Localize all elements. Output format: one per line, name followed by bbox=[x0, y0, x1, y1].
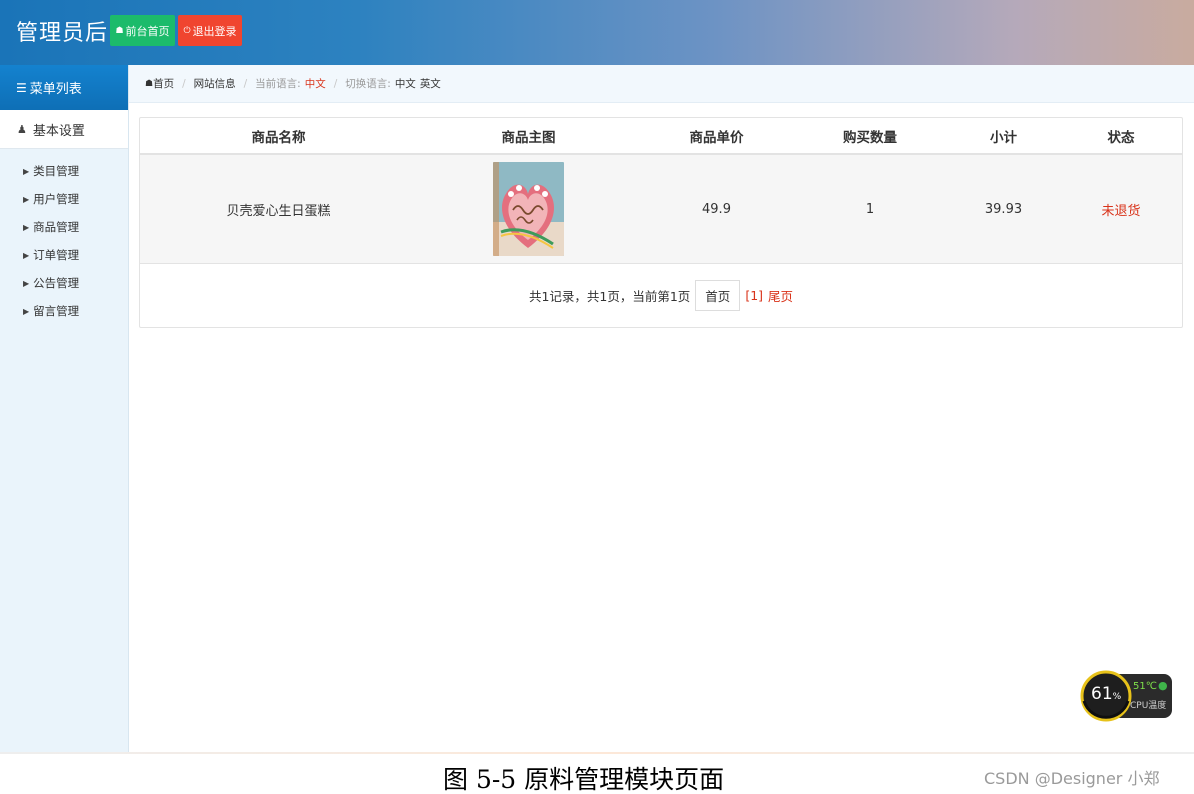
page-bottom-strip bbox=[0, 752, 1194, 754]
product-image-cell bbox=[417, 155, 640, 263]
breadcrumb-home[interactable]: 首页 bbox=[153, 76, 174, 91]
sidebar-item-category[interactable]: ▶ 类目管理 bbox=[0, 157, 128, 185]
column-header-name: 商品名称 bbox=[251, 129, 306, 146]
product-quantity: 1 bbox=[865, 201, 875, 217]
product-name: 贝壳爱心生日蛋糕 bbox=[226, 203, 331, 219]
menu-list-label: 菜单列表 bbox=[29, 82, 82, 97]
breadcrumb-separator: / bbox=[333, 77, 338, 90]
first-page-button[interactable]: 首页 bbox=[695, 280, 741, 311]
list-icon: ☰ bbox=[16, 80, 27, 95]
column-header-price: 商品单价 bbox=[689, 129, 744, 146]
switch-language-label: 切换语言: bbox=[345, 78, 391, 90]
front-home-label: 前台首页 bbox=[125, 24, 170, 38]
caret-right-icon: ▶ bbox=[23, 194, 30, 204]
sidebar: ☰ 菜单列表 ♟ 基本设置 ▶ 类目管理 ▶ 用户管理 ▶ 商品管理 ▶ 订单管… bbox=[0, 65, 129, 754]
caret-right-icon: ▶ bbox=[23, 306, 30, 316]
caret-right-icon: ▶ bbox=[23, 166, 30, 176]
column-header-quantity: 购买数量 bbox=[843, 129, 897, 146]
sidebar-item-label: 类目管理 bbox=[33, 164, 80, 178]
power-icon: ⏻ bbox=[183, 25, 191, 36]
caret-right-icon: ▶ bbox=[23, 222, 30, 232]
column-header-status: 状态 bbox=[1107, 129, 1135, 146]
last-page-link[interactable]: 尾页 bbox=[768, 286, 793, 305]
sidebar-item-notices[interactable]: ▶ 公告管理 bbox=[0, 269, 128, 297]
cpu-percent-value: 61 bbox=[1091, 684, 1113, 704]
drop-icon: ● bbox=[1158, 679, 1168, 692]
home-icon: ☗ bbox=[145, 78, 154, 89]
caret-right-icon: ▶ bbox=[23, 250, 30, 260]
sidebar-item-label: 订单管理 bbox=[33, 248, 80, 262]
cpu-temp-label: CPU温度 bbox=[1130, 701, 1167, 711]
top-header: 管理员后台 ☗ 前台首页 ⏻ 退出登录 bbox=[0, 0, 1194, 65]
pagination-summary: 共1记录，共1页，当前第1页 bbox=[528, 289, 691, 304]
sidebar-item-label: 商品管理 bbox=[33, 220, 80, 234]
breadcrumb-separator: / bbox=[243, 77, 248, 90]
logout-button[interactable]: ⏻ 退出登录 bbox=[178, 15, 242, 46]
table-row: 贝壳爱心生日蛋糕 49.9 1 39.93 未退货 bbox=[140, 155, 1182, 264]
sidebar-item-products[interactable]: ▶ 商品管理 bbox=[0, 213, 128, 241]
current-language-value: 中文 bbox=[304, 78, 326, 90]
front-home-button[interactable]: ☗ 前台首页 bbox=[110, 15, 175, 46]
user-icon: ♟ bbox=[17, 122, 27, 136]
menu-list-title: ☰ 菜单列表 bbox=[0, 65, 128, 110]
group-label: 基本设置 bbox=[32, 123, 85, 139]
breadcrumb-site-info[interactable]: 网站信息 bbox=[194, 76, 236, 91]
column-header-subtotal: 小计 bbox=[990, 129, 1017, 146]
sidebar-item-users[interactable]: ▶ 用户管理 bbox=[0, 185, 128, 213]
cake-image bbox=[493, 162, 564, 256]
order-detail-panel: 商品名称 商品主图 商品单价 购买数量 小计 状态 贝壳爱心生日蛋糕 49.9 … bbox=[139, 117, 1183, 328]
language-option-en[interactable]: 英文 bbox=[420, 76, 441, 91]
sidebar-items: ▶ 类目管理 ▶ 用户管理 ▶ 商品管理 ▶ 订单管理 ▶ 公告管理 ▶ 留言管… bbox=[0, 149, 128, 325]
column-header-image: 商品主图 bbox=[501, 129, 556, 146]
table-header: 商品名称 商品主图 商品单价 购买数量 小计 状态 bbox=[140, 118, 1182, 155]
product-image bbox=[493, 162, 564, 256]
language-option-zh[interactable]: 中文 bbox=[395, 76, 416, 91]
sidebar-item-messages[interactable]: ▶ 留言管理 bbox=[0, 297, 128, 325]
caret-right-icon: ▶ bbox=[23, 278, 30, 288]
sidebar-item-orders[interactable]: ▶ 订单管理 bbox=[0, 241, 128, 269]
breadcrumb: ☗ 首页 / 网站信息 / 当前语言: 中文 / 切换语言: 中文 英文 bbox=[129, 65, 1194, 103]
figure-caption: 图 5-5 原料管理模块页面 bbox=[443, 765, 725, 794]
watermark: CSDN @Designer 小郑 bbox=[984, 769, 1160, 788]
pagination: 共1记录，共1页，当前第1页 首页 [1] 尾页 bbox=[140, 264, 1182, 327]
cpu-percent: 61% bbox=[1091, 684, 1121, 704]
sidebar-item-label: 公告管理 bbox=[33, 276, 80, 290]
sidebar-group-basic-settings[interactable]: ♟ 基本设置 bbox=[0, 110, 128, 149]
current-language-label: 当前语言: bbox=[255, 78, 301, 90]
logout-label: 退出登录 bbox=[192, 24, 237, 38]
cpu-percent-unit: % bbox=[1112, 692, 1122, 702]
return-status: 未退货 bbox=[1101, 203, 1141, 219]
home-icon: ☗ bbox=[115, 25, 124, 36]
cpu-monitor-widget[interactable]: 61% 51℃ ● CPU温度 bbox=[1080, 665, 1172, 727]
product-price: 49.9 bbox=[702, 201, 731, 217]
cpu-temp: 51℃ bbox=[1133, 681, 1157, 692]
sidebar-item-label: 留言管理 bbox=[33, 304, 80, 318]
sidebar-item-label: 用户管理 bbox=[33, 192, 80, 206]
current-page-link[interactable]: [1] bbox=[745, 288, 763, 303]
breadcrumb-separator: / bbox=[182, 77, 186, 90]
product-subtotal: 39.93 bbox=[984, 201, 1023, 217]
